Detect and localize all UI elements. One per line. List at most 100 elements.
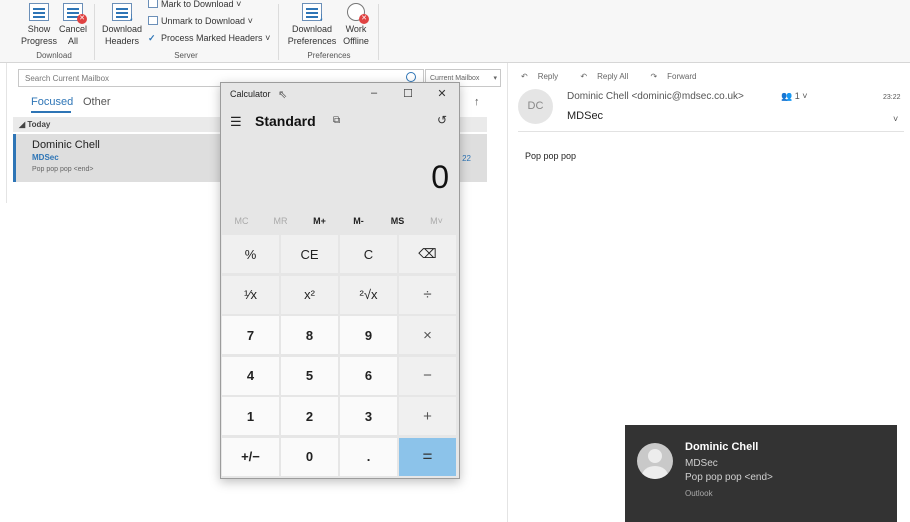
memory-ms-button[interactable]: MS [378,216,417,226]
cancel-all-icon [63,3,87,24]
calculator-window: Calculator ⇖ – ☐ ✕ ☰ Standard ⧉ ↺ 0 MC MR… [220,82,460,479]
sender-address[interactable]: Dominic Chell <dominic@mdsec.co.uk> [567,91,744,102]
show-progress-label: Show Progress [20,24,57,46]
key-square-root-button[interactable]: ²√x [340,275,397,314]
outlook-window: Show Progress Cancel All Download Downlo… [0,0,910,522]
expand-chevron-icon[interactable]: ˅ [893,114,898,124]
key-subtract-button[interactable]: − [399,356,456,395]
ribbon: Show Progress Cancel All Download Downlo… [0,0,910,63]
mouse-cursor-icon: ⇖ [278,89,288,101]
forward-button[interactable]: ↷ Forward [650,72,706,81]
keep-on-top-icon[interactable]: ⧉ [333,115,340,126]
key-8-button[interactable]: 8 [281,316,338,354]
pane-divider [6,63,7,203]
cancel-all-button[interactable]: Cancel All [58,3,88,47]
history-icon[interactable]: ↺ [437,113,447,127]
chevron-down-icon: ˅ [799,91,808,101]
unmark-to-download-button[interactable]: Unmark to Download ˅ [148,16,253,27]
key-multiply-button[interactable]: × [399,316,456,354]
minimize-button[interactable]: – [364,87,384,99]
reply-all-icon: ↶ [580,72,588,81]
key-0-button[interactable]: 0 [281,437,338,476]
avatar [637,443,673,479]
key-9-button[interactable]: 9 [340,316,397,354]
key-3-button[interactable]: 3 [340,397,397,435]
key-reciprocal-button[interactable]: ¹⁄x [222,275,279,314]
calculator-mode: Standard [255,113,316,129]
pane-divider [507,63,508,522]
message-subject: MDSec [567,110,604,122]
key-decimal-button[interactable]: . [340,437,397,476]
work-offline-label: Work Offline [343,24,369,46]
close-button[interactable]: ✕ [432,87,452,100]
memory-m-minus-button[interactable]: M- [339,216,378,226]
tab-focused[interactable]: Focused [31,96,73,108]
key-6-button[interactable]: 6 [340,356,397,395]
key-square-button[interactable]: x² [281,275,338,314]
reply-all-button[interactable]: ↶ Reply All [580,72,638,81]
work-offline-button[interactable]: Work Offline [340,3,372,47]
forward-label: Forward [667,72,697,81]
globe-icon [347,3,369,24]
key-divide-button[interactable]: ÷ [399,275,456,314]
list-item-sender: Dominic Chell [32,139,100,151]
process-marked-headers-button[interactable]: ✓ Process Marked Headers ˅ [148,33,270,44]
download-headers-label: Download Headers [101,24,143,46]
key-1-button[interactable]: 1 [222,397,279,435]
ribbon-group-preferences-label: Preferences [307,51,351,60]
people-button[interactable]: 👥 1 ˅ [781,91,808,102]
download-headers-icon [112,3,134,23]
download-preferences-icon [302,3,324,23]
process-marked-headers-label: Process Marked Headers [161,33,263,43]
mark-icon [148,0,158,8]
notification-toast[interactable]: Dominic Chell MDSec Pop pop pop <end> Ou… [625,425,897,522]
people-icon: 👥 [781,91,795,101]
mark-to-download-button[interactable]: Mark to Download ˅ [148,0,241,10]
key-clear-entry-button[interactable]: CE [281,235,338,273]
chevron-down-icon: ˅ [265,33,271,43]
sort-arrow-icon[interactable]: ↑ [474,96,480,108]
key-add-button[interactable]: + [399,397,456,435]
reply-button[interactable]: ↶ Reply [521,72,568,81]
divider [518,131,904,132]
show-progress-button[interactable]: Show Progress [20,3,58,47]
chevron-down-icon: ˅ [236,0,242,9]
memory-mc-button[interactable]: MC [222,216,261,226]
key-equals-button[interactable]: = [399,437,456,476]
key-5-button[interactable]: 5 [281,356,338,395]
tab-focused-underline [31,111,71,113]
toast-app: Outlook [685,489,713,498]
memory-m-plus-button[interactable]: M+ [300,216,339,226]
toast-sender: Dominic Chell [685,441,759,453]
key-4-button[interactable]: 4 [222,356,279,395]
key-percent-button[interactable]: % [222,235,279,273]
group-today-label: Today [27,120,51,129]
message-body: Pop pop pop [525,151,577,161]
keypad: % CE C ⌫ ¹⁄x x² ²√x ÷ 7 8 9 × 4 5 6− 1 2 3 + +/− 0. = [222,235,458,478]
key-negate-button[interactable]: +/− [222,437,279,476]
key-2-button[interactable]: 2 [281,397,338,435]
unmark-to-download-label: Unmark to Download [161,16,246,26]
tab-other[interactable]: Other [83,96,111,108]
search-placeholder: Search Current Mailbox [25,74,110,83]
hamburger-menu-icon[interactable]: ☰ [230,114,242,130]
forward-icon: ↷ [650,72,658,81]
key-clear-button[interactable]: C [340,235,397,273]
download-headers-button[interactable]: Download Headers [100,3,144,47]
maximize-button[interactable]: ☐ [398,87,418,100]
search-icon[interactable] [406,72,416,82]
memory-m-list-button[interactable]: M˅ [417,216,456,226]
calculator-titlebar[interactable]: Calculator ⇖ – ☐ ✕ [221,83,459,107]
download-preferences-button[interactable]: Download Preferences [284,3,340,47]
list-item-time: 22 [462,154,471,163]
checkmark-icon: ✓ [148,33,156,43]
ribbon-group-server-label: Server [174,51,198,60]
key-7-button[interactable]: 7 [222,316,279,354]
memory-mr-button[interactable]: MR [261,216,300,226]
reply-all-label: Reply All [597,72,629,81]
list-item-preview: Pop pop pop <end> [32,166,94,173]
reply-icon: ↶ [521,72,528,81]
message-time: 23:22 [883,94,901,101]
key-backspace-button[interactable]: ⌫ [399,235,456,273]
calculator-title: Calculator [230,89,271,99]
